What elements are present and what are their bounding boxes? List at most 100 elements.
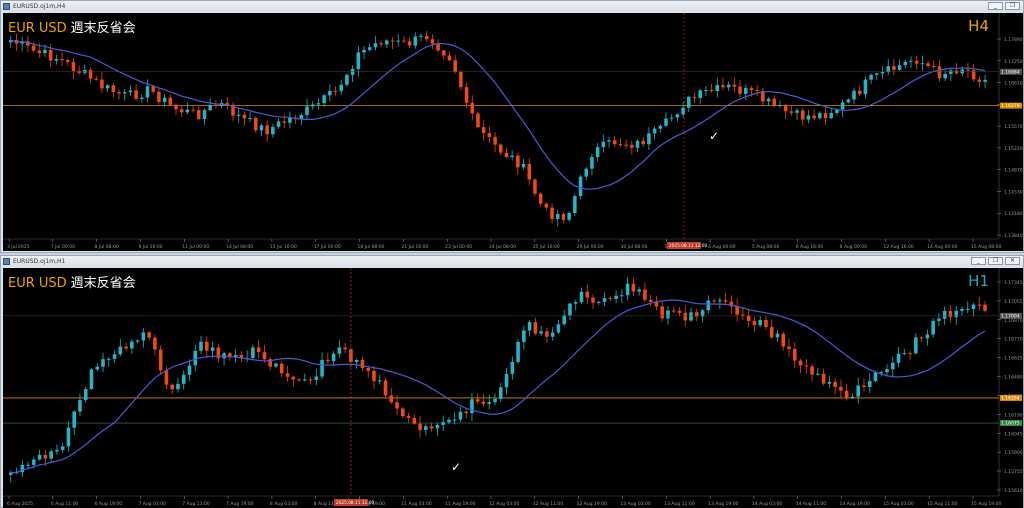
bull-candle — [328, 90, 332, 96]
bear-candle — [37, 50, 42, 54]
bull-candle — [891, 362, 895, 370]
bear-candle — [254, 118, 258, 131]
bear-candle — [242, 114, 247, 119]
price-axis-label: 1.16190 — [1004, 412, 1023, 418]
close-button[interactable]: ✕ — [1005, 257, 1020, 265]
bull-candle — [664, 118, 668, 126]
bull-candle — [744, 88, 748, 94]
h4-chart-area[interactable]: 1.178901.172501.166101.159701.155701.152… — [3, 13, 1023, 251]
h4-chart-window[interactable]: EURUSD.oj1m,H4 _ ❐ 1.17890 1.17250 1.16610… — [0, 0, 1024, 253]
bear-candle — [412, 417, 417, 424]
bull-candle — [706, 300, 711, 311]
bull-candle — [903, 61, 908, 66]
bull-candle — [856, 385, 860, 397]
h1-chart-label: EUR USD 週末反省会 — [8, 272, 136, 291]
bull-candle — [949, 70, 953, 74]
bear-candle — [464, 87, 469, 103]
bear-candle — [709, 90, 714, 92]
chart-window-icon — [3, 258, 10, 265]
time-axis-label: 7 Aug 19:00 — [226, 501, 254, 507]
h1-window-title: EURUSD.oj1m,H1 — [13, 258, 66, 265]
bull-candle — [516, 341, 520, 362]
minimize-button[interactable]: _ — [971, 257, 986, 265]
bull-candle — [652, 128, 657, 134]
bull-candle — [521, 163, 526, 168]
moving-average-line — [10, 39, 986, 190]
bull-candle — [271, 126, 275, 135]
bull-candle — [130, 341, 134, 349]
bull-candle — [60, 446, 65, 450]
bear-candle — [544, 203, 549, 208]
bear-candle — [147, 332, 151, 338]
h4-candlestick-chart[interactable]: 1.178901.172501.166101.159701.155701.152… — [3, 13, 1023, 251]
bear-candle — [533, 322, 538, 334]
bull-candle — [590, 157, 594, 169]
bull-candle — [176, 383, 180, 390]
bear-candle — [738, 86, 742, 94]
bear-candle — [164, 370, 169, 385]
price-axis-label: 1.13840 — [1004, 233, 1023, 239]
bear-candle — [447, 55, 452, 61]
bull-candle — [276, 121, 281, 127]
bull-candle — [396, 40, 400, 42]
bull-candle — [550, 332, 555, 337]
bear-candle — [798, 360, 803, 366]
price-axis-label: 1.17250 — [1004, 59, 1023, 65]
h1-green-line-tag-label: 1.16075 — [1001, 421, 1020, 427]
bear-candle — [783, 104, 788, 112]
bear-candle — [977, 79, 982, 82]
bear-candle — [214, 104, 218, 106]
h1-window-titlebar[interactable]: EURUSD.oj1m,H1 _ ❐ ✕ — [1, 256, 1023, 267]
h4-window-titlebar[interactable]: EURUSD.oj1m,H4 _ ❐ — [1, 1, 1023, 12]
bull-candle — [614, 295, 618, 299]
bull-candle — [775, 333, 780, 338]
bear-candle — [516, 155, 520, 168]
bull-candle — [310, 104, 315, 107]
bear-candle — [977, 304, 982, 306]
bear-candle — [158, 349, 163, 371]
h1-candlestick-chart[interactable]: 1.173451.170551.169701.167701.166251.164… — [3, 268, 1023, 508]
bull-candle — [942, 310, 947, 319]
bull-candle — [210, 347, 215, 351]
bull-candle — [920, 63, 925, 65]
time-axis-label: 15 Aug 11:00 — [927, 501, 957, 507]
bull-candle — [54, 58, 59, 61]
bull-candle — [562, 315, 566, 325]
minimize-button[interactable]: _ — [988, 2, 1003, 10]
bear-candle — [804, 365, 809, 367]
bull-candle — [55, 449, 59, 452]
bull-candle — [356, 52, 361, 69]
bear-candle — [436, 43, 440, 51]
bull-candle — [162, 97, 167, 102]
bear-candle — [793, 348, 797, 361]
bear-candle — [326, 359, 330, 362]
time-axis-label: 11 Aug 19:00 — [445, 501, 475, 507]
bear-candle — [764, 320, 768, 328]
time-axis-label: 12 Aug 19:00 — [577, 501, 607, 507]
price-axis-label: 1.16770 — [1004, 337, 1023, 343]
bear-candle — [732, 84, 737, 87]
bull-candle — [568, 303, 572, 316]
bull-candle — [385, 40, 389, 45]
bear-candle — [464, 411, 468, 414]
time-axis-label: 14 Jul 08:00 — [226, 244, 253, 250]
bull-candle — [367, 47, 372, 50]
bear-candle — [395, 402, 399, 409]
bear-candle — [71, 61, 76, 71]
restore-button[interactable]: ❐ — [988, 257, 1003, 265]
bull-candle — [314, 376, 319, 380]
bear-candle — [932, 65, 936, 67]
bull-candle — [193, 350, 198, 366]
bull-candle — [965, 308, 970, 310]
restore-button[interactable]: ❐ — [1005, 2, 1020, 10]
h1-chart-window[interactable]: EURUSD.oj1m,H1 _ ❐ ✕ 1.17345 1.17055 1.169… — [0, 255, 1024, 508]
bull-candle — [78, 400, 82, 412]
bull-candle — [675, 114, 680, 118]
bull-candle — [597, 301, 601, 303]
bear-candle — [65, 60, 70, 62]
h1-chart-area[interactable]: 1.17345 1.17055 1.16970 1.16770 1.16625 1.164… — [3, 268, 1023, 508]
bear-candle — [781, 333, 786, 347]
bear-candle — [812, 115, 816, 119]
bull-candle — [413, 36, 418, 46]
bear-candle — [389, 395, 394, 403]
